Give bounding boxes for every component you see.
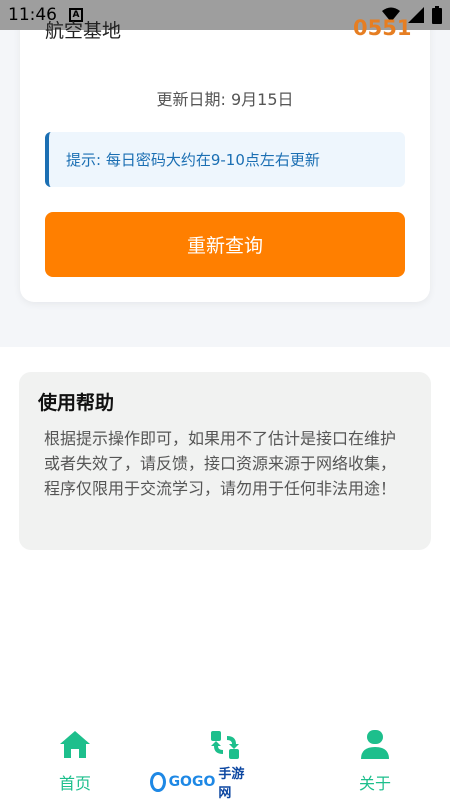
help-card: 使用帮助 根据提示操作即可，如果用不了估计是接口在维护或者失效了，请反馈，接口资… (19, 372, 431, 550)
requery-button[interactable]: 重新查询 (45, 212, 405, 277)
nav-about-label: 关于 (358, 774, 391, 793)
password-code: 0551 (353, 16, 412, 40)
switch-icon (211, 731, 239, 759)
place-name: 航空基地 (45, 20, 122, 42)
help-title: 使用帮助 (38, 392, 115, 414)
user-icon (361, 730, 389, 759)
nav-about[interactable]: 关于 (335, 728, 415, 794)
battery-icon (432, 6, 442, 24)
tip-box: 提示: 每日密码大约在9-10点左右更新 (45, 132, 405, 187)
watermark-suffix: 手游网 (218, 767, 245, 801)
home-icon (60, 731, 90, 758)
tip-text: 提示: 每日密码大约在9-10点左右更新 (66, 151, 320, 169)
help-body: 根据提示操作即可，如果用不了估计是接口在维护或者失效了，请反馈，接口资源来源于网… (44, 429, 397, 498)
nav-home-label: 首页 (58, 774, 91, 793)
nav-home[interactable]: 首页 (35, 728, 115, 794)
watermark-logo-icon (150, 772, 166, 792)
watermark: GOGO 手游网 (150, 767, 245, 801)
watermark-brand: GOGO (168, 774, 216, 790)
update-date: 更新日期: 9月15日 (156, 90, 294, 109)
nav-switch[interactable] (185, 728, 265, 762)
